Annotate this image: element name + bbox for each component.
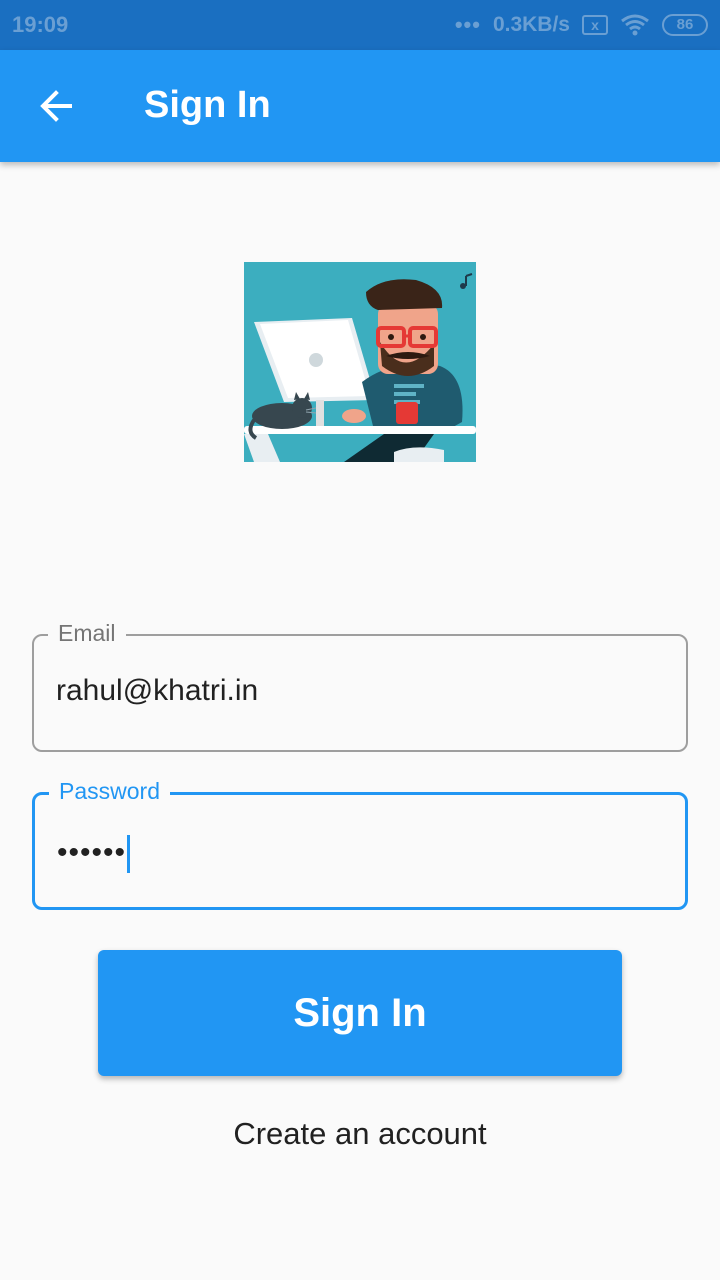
password-label: Password [49,778,170,805]
create-account-link[interactable]: Create an account [0,1116,720,1152]
password-field[interactable]: Password •••••• [32,778,688,910]
sim-icon: x [582,15,608,35]
app-bar: Sign In [0,50,720,162]
wifi-icon [621,14,649,36]
status-bar: 19:09 ••• 0.3KB/s x 86 [0,0,720,50]
network-speed: 0.3KB/s [492,13,570,36]
password-input-line[interactable]: •••••• [57,835,131,873]
status-icons: ••• 0.3KB/s x 86 [455,12,708,38]
battery-icon: 86 [662,14,708,36]
email-field[interactable]: Email rahul@khatri.in [32,620,688,752]
password-value: •••••• [57,835,127,869]
page-title: Sign In [144,84,271,126]
more-dots-icon: ••• [454,12,481,37]
sign-in-button[interactable]: Sign In [98,950,622,1076]
status-time: 19:09 [12,12,69,37]
text-caret [127,835,131,873]
email-label: Email [48,620,126,647]
email-value[interactable]: rahul@khatri.in [56,674,258,708]
developer-illustration [244,262,476,462]
arrow-left-icon[interactable] [34,84,78,128]
